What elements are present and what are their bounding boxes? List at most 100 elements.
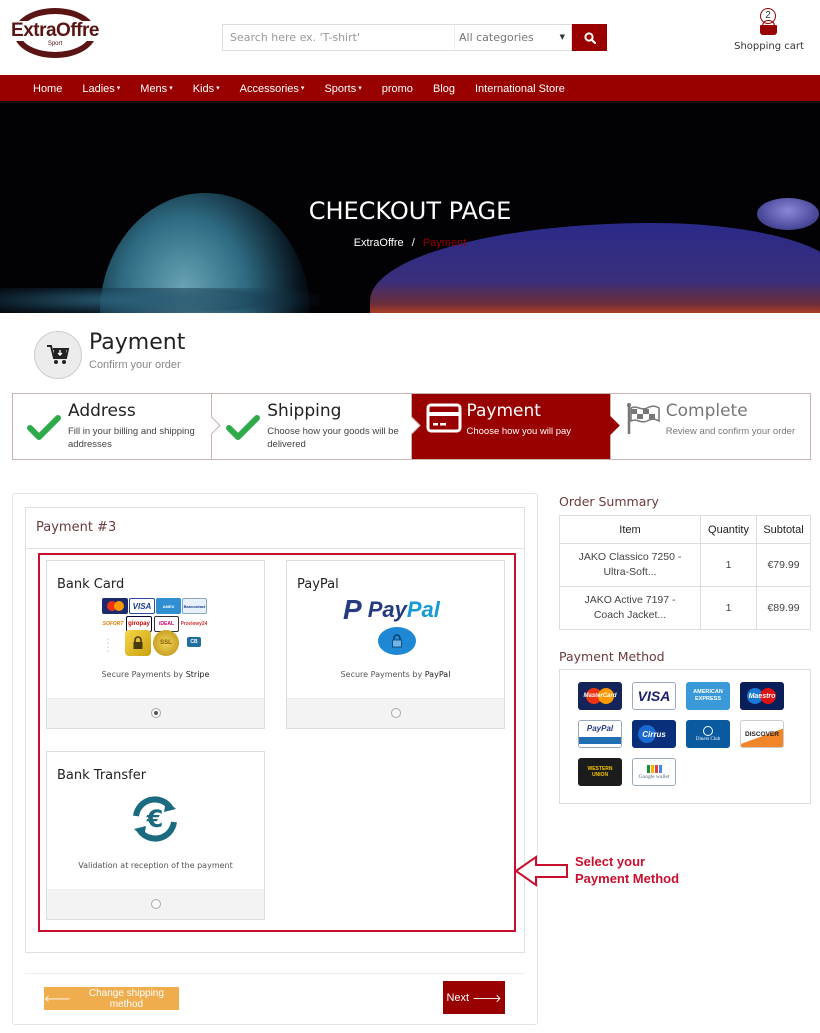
payment-method-title: Payment Method	[559, 649, 665, 664]
nav-item-sports[interactable]: Sports ▾	[324, 75, 361, 103]
caption-brand: Stripe	[185, 670, 210, 679]
card-name: WESTERN UNION	[587, 766, 613, 778]
google-wallet-logo: Google wallet	[632, 758, 676, 786]
step-description: Review and confirm your order	[665, 426, 796, 437]
mastercard-logo: MasterCard	[578, 682, 622, 710]
main-nav: Home Ladies ▾ Mens ▾ Kids ▾ Accessories ▾ Sports ▾…	[0, 75, 820, 103]
shopping-cart[interactable]: 2 Shopping cart	[734, 8, 804, 58]
payment-radio-bank-transfer[interactable]	[150, 899, 161, 909]
western-union-logo: WESTERN UNION	[578, 758, 622, 786]
payment-option-paypal[interactable]: PayPal P Pay Pal Secure Payments by PayPa…	[286, 560, 505, 729]
search-input[interactable]: Search here ex. 'T-shirt'	[222, 24, 454, 51]
basket-icon	[760, 25, 777, 35]
nav-item-home[interactable]: Home	[33, 75, 62, 103]
cart-label: Shopping cart	[734, 41, 804, 52]
przelewy24-logo: Przelewy24	[181, 616, 207, 632]
option-title: Bank Card	[57, 577, 125, 592]
nav-item-blog[interactable]: Blog	[433, 75, 455, 103]
arrow-left-icon: 🡐	[44, 993, 71, 1005]
quantity-cell: 1	[700, 543, 757, 587]
change-shipping-method-button[interactable]: 🡐 Change shipping method	[44, 987, 179, 1010]
nav-item-label: Accessories	[239, 83, 299, 95]
breadcrumb: ExtraOffre / Payment	[0, 237, 820, 249]
secure-lock-icon	[378, 627, 416, 655]
arrow-right-icon: 🡒	[472, 992, 502, 1005]
table-row: JAKO Classico 7250 - Ultra-Soft... 1 €79.…	[559, 543, 811, 587]
payment-option-bank-card[interactable]: Bank Card VISA AMEX Bancontact SOFORT gi…	[46, 560, 265, 729]
option-footer	[287, 698, 504, 728]
logo-subtext: Sport	[47, 41, 63, 47]
payment-radio-paypal[interactable]	[390, 708, 401, 718]
nav-item-kids[interactable]: Kids ▾	[193, 75, 220, 103]
nav-item-international-store[interactable]: International Store	[475, 75, 565, 103]
caption-prefix: Secure Payments by	[340, 670, 423, 679]
category-select[interactable]: All categories ▼	[454, 24, 572, 51]
next-button[interactable]: Next 🡒	[443, 981, 505, 1014]
step-payment[interactable]: Payment Choose how you will pay	[411, 394, 620, 459]
caret-down-icon: ▾	[358, 85, 362, 93]
item-cell: JAKO Active 7197 - Coach Jacket...	[559, 586, 701, 630]
amex-logo: AMERICAN EXPRESS	[686, 682, 730, 710]
category-select-value: All categories	[459, 31, 534, 44]
step-description: Choose how you will pay	[466, 426, 572, 437]
nav-item-label: Ladies	[82, 83, 115, 95]
maestro-logo: Maestro	[740, 682, 784, 710]
paypal-logo: P Pay Pal	[343, 594, 440, 625]
hero-banner: CHECKOUT PAGE ExtraOffre / Payment	[0, 103, 820, 313]
payment-method-logos: MasterCard VISA AMERICAN EXPRESS Maestro…	[559, 669, 811, 804]
order-summary-table: Item Quantity Subtotal JAKO Classico 725…	[559, 515, 811, 630]
subtotal-cell: €89.99	[756, 586, 811, 630]
caption-prefix: Secure Payments by	[101, 670, 184, 679]
cirrus-logo: Cirrus	[632, 720, 676, 748]
card-name: Diners Club	[695, 737, 721, 742]
card-name: AMERICAN EXPRESS	[693, 689, 723, 702]
nav-item-label: Blog	[432, 83, 455, 95]
column-header: Subtotal	[756, 515, 811, 544]
step-complete[interactable]: Complete Review and confirm your order	[610, 394, 810, 459]
option-footer	[47, 698, 264, 728]
caret-down-icon: ▾	[116, 85, 121, 93]
cart-download-icon	[34, 331, 82, 379]
divider	[25, 973, 525, 974]
option-caption: Secure Payments by Stripe	[47, 670, 264, 679]
bank-list-logo: ▪ ▪ ▪ ▪	[102, 633, 114, 657]
quantity-cell: 1	[700, 586, 757, 630]
back-button-label: Change shipping method	[88, 987, 164, 1010]
nav-item-promo[interactable]: promo	[382, 75, 413, 103]
item-name-line: Coach Jacket...	[593, 609, 667, 621]
nav-item-ladies[interactable]: Ladies ▾	[82, 75, 120, 103]
search-button[interactable]	[572, 24, 607, 51]
option-footer	[47, 889, 264, 919]
annotation-line-2: Payment Method	[575, 871, 680, 886]
card-name: Maestro	[748, 692, 776, 700]
step-shipping[interactable]: Shipping Choose how your goods will be d…	[212, 394, 421, 459]
nav-item-mens[interactable]: Mens ▾	[140, 75, 172, 103]
checkout-steps: Address Fill in your billing and shippin…	[12, 393, 811, 460]
item-name-line: JAKO Classico 7250 -	[578, 551, 682, 563]
step-description: Fill in your billing and shipping addres…	[68, 426, 195, 450]
credit-card-icon	[426, 403, 461, 437]
sofort-logo: SOFORT	[102, 616, 124, 632]
nav-item-label: Sports	[324, 83, 357, 95]
step-title: Payment	[466, 401, 541, 421]
option-caption: Secure Payments by PayPal	[287, 670, 504, 679]
step-title: Shipping	[267, 401, 342, 421]
breadcrumb-home[interactable]: ExtraOffre	[354, 237, 404, 249]
item-name-line: Ultra-Soft...	[603, 566, 657, 578]
nav-item-accessories[interactable]: Accessories ▾	[240, 75, 305, 103]
mastercard-logo	[102, 598, 128, 614]
chevron-down-icon: ▼	[559, 33, 565, 41]
annotation-line-1: Select your	[575, 854, 646, 869]
caret-down-icon: ▾	[216, 85, 220, 93]
nav-item-label: Mens	[140, 83, 168, 95]
step-address[interactable]: Address Fill in your billing and shippin…	[13, 394, 221, 459]
page-title: Payment	[89, 330, 186, 355]
hero-title: CHECKOUT PAGE	[308, 197, 512, 225]
item-cell: JAKO Classico 7250 - Ultra-Soft...	[559, 543, 701, 587]
payment-option-bank-transfer[interactable]: Bank Transfer € Validation at reception …	[46, 751, 265, 920]
nav-item-label: International Store	[474, 83, 565, 95]
site-logo[interactable]: ExtraOffre Sport	[10, 6, 100, 58]
payment-radio-bank-card[interactable]	[150, 708, 161, 718]
card-name: PayPal	[586, 724, 614, 733]
next-button-label: Next	[446, 991, 470, 1004]
